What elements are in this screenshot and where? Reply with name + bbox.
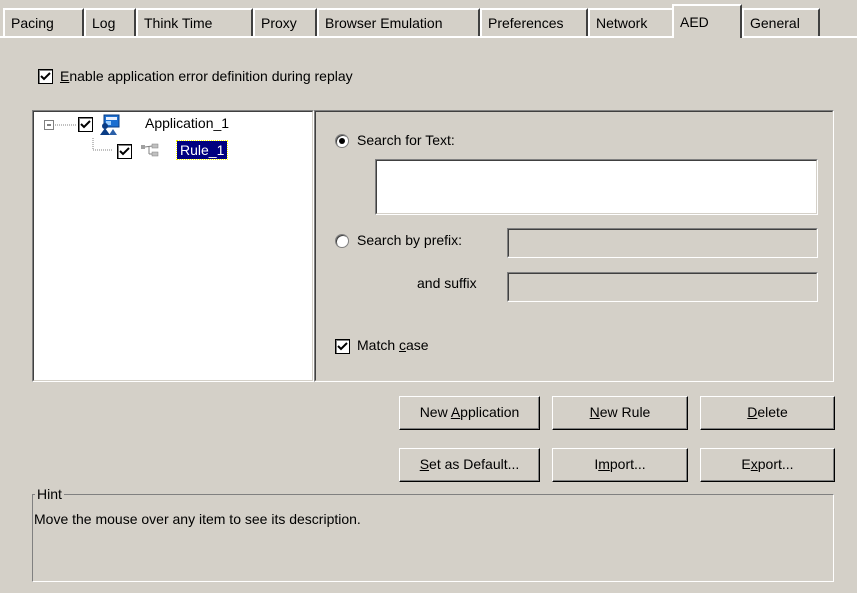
search-text-label: Search for Text: bbox=[357, 132, 455, 148]
tab-label: Log bbox=[92, 15, 116, 31]
rule-settings-panel: Search for Text: Search by prefix: and s… bbox=[314, 110, 834, 382]
tab-label: Preferences bbox=[488, 15, 564, 31]
tab-label: Think Time bbox=[144, 15, 213, 31]
tab-label: AED bbox=[680, 14, 709, 30]
tab-log[interactable]: Log bbox=[84, 8, 136, 36]
hint-group bbox=[32, 494, 834, 582]
tab-label: Network bbox=[596, 15, 648, 31]
suffix-input[interactable] bbox=[507, 272, 818, 302]
set-as-default-button[interactable]: Set as Default... bbox=[399, 448, 540, 482]
enable-aed-check[interactable] bbox=[38, 69, 53, 84]
tab-think-time[interactable]: Think Time bbox=[136, 8, 253, 36]
application-checkbox[interactable] bbox=[78, 117, 93, 132]
search-text-input[interactable] bbox=[375, 159, 818, 215]
tab-aed[interactable]: AED bbox=[672, 4, 742, 38]
rule-icon bbox=[139, 142, 161, 160]
tab-general[interactable]: General bbox=[742, 8, 820, 36]
tab-label: Browser Emulation bbox=[325, 15, 443, 31]
rule-checkbox[interactable] bbox=[117, 144, 132, 159]
export-button[interactable]: Export... bbox=[700, 448, 835, 482]
tab-browser-emulation[interactable]: Browser Emulation bbox=[317, 8, 480, 36]
delete-button[interactable]: Delete bbox=[700, 396, 835, 430]
prefix-input[interactable] bbox=[507, 228, 818, 258]
tab-network[interactable]: Network bbox=[588, 8, 674, 36]
suffix-label: and suffix bbox=[417, 275, 477, 291]
import-button[interactable]: Import... bbox=[552, 448, 688, 482]
tab-proxy[interactable]: Proxy bbox=[253, 8, 317, 36]
tab-label: Proxy bbox=[261, 15, 297, 31]
enable-aed-checkbox[interactable]: Enable application error definition duri… bbox=[38, 67, 458, 87]
hint-title: Hint bbox=[35, 486, 64, 502]
application-icon bbox=[99, 114, 121, 136]
match-case-checkbox[interactable] bbox=[335, 339, 350, 354]
tab-pacing[interactable]: Pacing bbox=[3, 8, 84, 36]
enable-aed-label: Enable application error definition duri… bbox=[60, 68, 353, 84]
rule-node-label[interactable]: Rule_1 bbox=[175, 140, 229, 160]
search-text-radio[interactable] bbox=[335, 134, 349, 148]
new-application-button[interactable]: New Application bbox=[399, 396, 540, 430]
tab-preferences[interactable]: Preferences bbox=[480, 8, 588, 36]
tab-label: Pacing bbox=[11, 15, 54, 31]
tab-label: General bbox=[750, 15, 800, 31]
application-node-label[interactable]: Application_1 bbox=[145, 115, 229, 131]
hint-text: Move the mouse over any item to see its … bbox=[34, 511, 361, 527]
search-prefix-label: Search by prefix: bbox=[357, 232, 463, 248]
search-prefix-radio[interactable] bbox=[335, 234, 349, 248]
new-rule-button[interactable]: New Rule bbox=[552, 396, 688, 430]
match-case-label: Match case bbox=[357, 337, 429, 353]
tree-expander-icon[interactable] bbox=[44, 120, 54, 130]
aed-tree[interactable]: Application_1 Rule_1 bbox=[32, 110, 314, 382]
